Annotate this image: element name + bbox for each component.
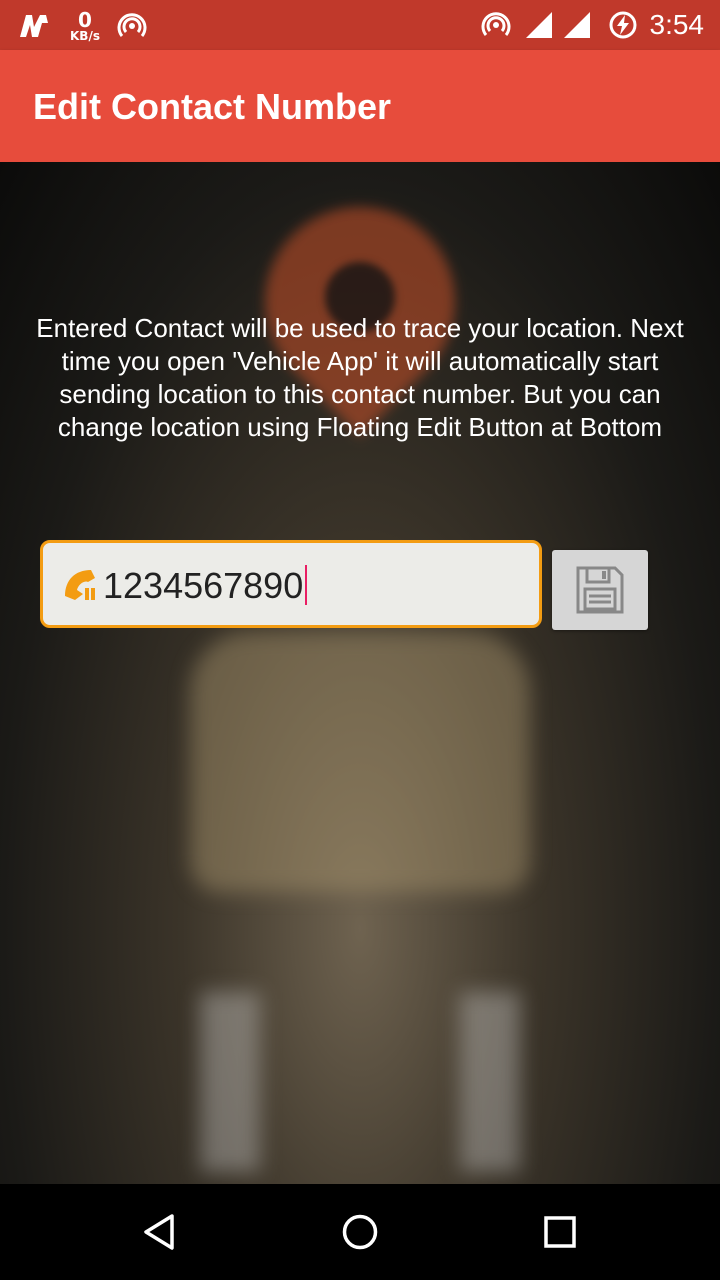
signal-icon-2 <box>563 12 590 38</box>
data-rate-value: 0 <box>78 8 92 32</box>
signal-icon <box>525 12 552 38</box>
description-text: Entered Contact will be used to trace yo… <box>36 313 684 442</box>
hotspot-icon <box>117 13 147 37</box>
page-title: Edit Contact Number <box>33 86 392 127</box>
back-icon[interactable] <box>140 1212 180 1252</box>
save-button[interactable] <box>552 550 648 630</box>
navigation-bar <box>0 1184 720 1280</box>
contact-number-input[interactable]: 1234567890 <box>40 540 542 628</box>
main-content: Entered Contact will be used to trace yo… <box>0 162 720 1184</box>
data-rate-unit: KB/s <box>70 29 100 43</box>
contact-number-value[interactable]: 1234567890 <box>103 565 308 607</box>
text-cursor <box>305 565 308 606</box>
clock: 3:54 <box>649 9 705 40</box>
app-bar: Edit Contact Number <box>0 50 720 162</box>
background-car-graphic <box>190 632 530 892</box>
home-icon[interactable] <box>340 1212 380 1252</box>
app-notification-icon <box>20 15 48 37</box>
floppy-disk-icon <box>576 566 624 614</box>
hotspot-icon-right <box>481 12 510 36</box>
phone-icon <box>65 570 95 600</box>
background-road-stripe-right <box>460 992 520 1172</box>
status-bar: 0 KB/s 3:54 <box>0 0 720 50</box>
recents-icon[interactable] <box>540 1212 580 1252</box>
background-road-stripe-left <box>200 992 260 1172</box>
data-rate-indicator: 0 KB/s <box>70 10 100 42</box>
battery-charging-icon <box>609 11 636 39</box>
contact-number-text: 1234567890 <box>103 565 304 606</box>
